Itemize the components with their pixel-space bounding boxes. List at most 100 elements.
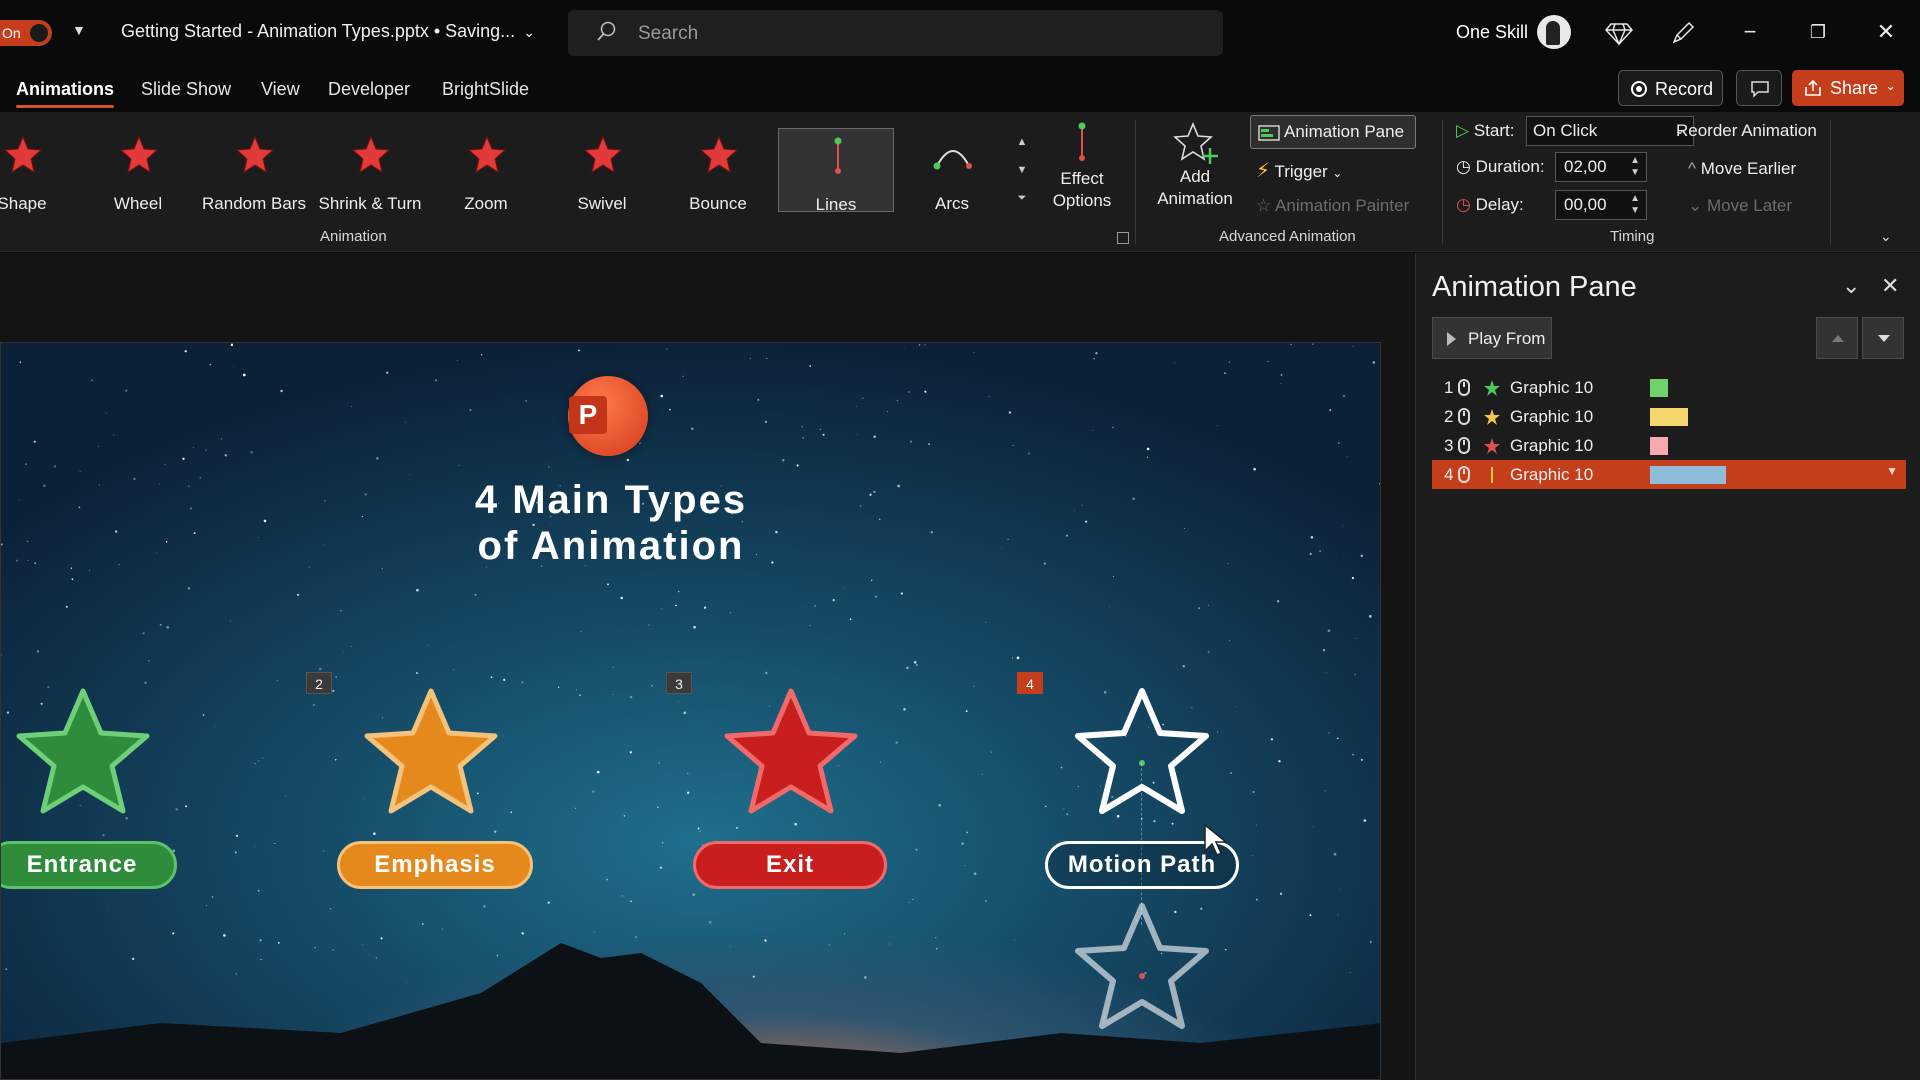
gallery-item-swivel[interactable]: Swivel [544, 128, 660, 213]
on-click-mouse-icon [1458, 437, 1470, 454]
motion-path-end-star-icon[interactable] [1072, 898, 1212, 1034]
animation-list-item[interactable]: 2 Graphic 10 [1432, 402, 1906, 431]
trigger-button[interactable]: ⚡ Trigger ⌄ [1256, 158, 1342, 183]
timing-group-label: Timing [1610, 228, 1655, 245]
pen-icon[interactable] [1668, 18, 1698, 48]
powerpoint-logo-icon: P [568, 376, 648, 456]
gallery-more-icon[interactable]: ⏷ [1010, 184, 1034, 212]
record-icon [1631, 81, 1647, 97]
close-button[interactable]: ✕ [1866, 14, 1906, 50]
restore-button[interactable]: ❐ [1798, 14, 1838, 50]
motion-path-star-icon[interactable] [1072, 683, 1212, 819]
delay-field[interactable]: 00,00 ▲ ▼ [1555, 190, 1647, 220]
slide-title[interactable]: 4 Main Types of Animation [381, 477, 841, 569]
animation-pane-button[interactable]: Animation Pane [1250, 115, 1416, 149]
gallery-item-lines[interactable]: Lines [778, 128, 894, 214]
user-name[interactable]: One Skill [1456, 22, 1528, 43]
slide-canvas[interactable]: P 4 Main Types of Animation Entrance 2 E… [0, 342, 1381, 1080]
animation-target-name: Graphic 10 [1510, 436, 1594, 455]
pane-options-chevron-icon[interactable]: ⌄ [1842, 273, 1860, 299]
effect-options-icon [1078, 122, 1086, 161]
tab-animations[interactable]: Animations [16, 79, 115, 108]
effect-options-button[interactable]: Effect Options [1036, 120, 1128, 220]
gallery-item-label: Shape [0, 194, 47, 213]
gallery-item-label: Wheel [113, 194, 163, 213]
gallery-item-shape[interactable]: Shape [0, 128, 80, 213]
gallery-item-label: Arcs [935, 194, 969, 213]
gallery-item-random-bars[interactable]: Random Bars [196, 128, 312, 213]
move-up-button[interactable] [1816, 317, 1858, 359]
timeline-bar[interactable] [1650, 437, 1668, 455]
timeline-bar[interactable] [1650, 379, 1668, 397]
gallery-item-bounce[interactable]: Bounce [660, 128, 776, 213]
timeline-bar[interactable] [1650, 408, 1688, 426]
diamond-icon[interactable] [1604, 18, 1634, 48]
gallery-up-icon[interactable]: ▲ [1010, 128, 1034, 156]
collapse-ribbon-icon[interactable]: ⌄ [1880, 228, 1892, 245]
exit-star-icon[interactable] [721, 683, 861, 819]
chevron-up-icon: ^ [1688, 159, 1696, 178]
swivel-star-icon [583, 135, 623, 174]
animation-pane-label: Animation Pane [1284, 122, 1405, 141]
animation-group-label: Animation [320, 228, 387, 245]
emphasis-label[interactable]: Emphasis [337, 841, 533, 889]
animation-tag-3[interactable]: 3 [666, 672, 692, 694]
add-animation-button[interactable]: Add Animation [1142, 120, 1248, 220]
arrow-down-icon [1878, 335, 1890, 342]
entrance-star-icon[interactable] [13, 683, 153, 819]
animation-list-item[interactable]: 1 Graphic 10 [1432, 373, 1906, 402]
on-click-mouse-icon [1458, 408, 1470, 425]
tab-view[interactable]: View [261, 79, 300, 100]
animation-order-number: 4 [1444, 465, 1454, 484]
autosave-toggle[interactable]: On [0, 20, 52, 46]
animation-painter-button[interactable]: ☆ Animation Painter [1256, 196, 1409, 216]
gallery-down-icon[interactable]: ▼ [1010, 156, 1034, 184]
avatar[interactable] [1537, 15, 1571, 49]
search-placeholder: Search [638, 23, 699, 44]
exit-label[interactable]: Exit [693, 841, 887, 889]
animation-list-item[interactable]: 3 Graphic 10 [1432, 431, 1906, 460]
duration-field[interactable]: 02,00 ▲ ▼ [1555, 152, 1647, 182]
share-button[interactable]: Share ⌄ [1792, 70, 1904, 106]
item-dropdown-icon[interactable]: ▼ [1886, 464, 1898, 478]
move-down-button[interactable] [1862, 317, 1904, 359]
on-click-mouse-icon [1458, 466, 1470, 483]
comment-icon [1751, 81, 1769, 98]
record-button[interactable]: Record [1618, 70, 1723, 106]
gallery-item-wheel[interactable]: Wheel [80, 128, 196, 213]
dialog-launcher-icon[interactable] [1117, 232, 1129, 244]
move-later-label: Move Later [1706, 196, 1793, 215]
record-label: Record [1655, 79, 1714, 99]
play-icon [1447, 332, 1456, 346]
pane-close-icon[interactable]: ✕ [1881, 273, 1899, 299]
animation-pane-icon [1258, 125, 1280, 141]
quick-access-dropdown-icon[interactable]: ▼ [72, 22, 86, 38]
animation-pane-title: Animation Pane [1432, 271, 1637, 303]
minimize-button[interactable]: − [1730, 14, 1770, 50]
gallery-item-shrink-turn[interactable]: Shrink & Turn [312, 128, 428, 213]
tab-developer[interactable]: Developer [328, 79, 410, 100]
gallery-item-arcs[interactable]: Arcs [894, 128, 1010, 213]
move-earlier-button[interactable]: ^ Move Earlier [1688, 159, 1796, 179]
spinner-icon[interactable]: ▲ ▼ [1630, 193, 1640, 217]
timeline-bar[interactable] [1650, 466, 1726, 484]
play-from-button[interactable]: Play From [1432, 317, 1552, 359]
animation-tag-2[interactable]: 2 [306, 672, 332, 694]
spinner-icon[interactable]: ▲ ▼ [1630, 155, 1640, 179]
document-title[interactable]: Getting Started - Animation Types.pptx •… [121, 21, 535, 42]
emphasis-star-icon[interactable] [361, 683, 501, 819]
tab-brightslide[interactable]: BrightSlide [442, 79, 529, 100]
move-later-button[interactable]: ⌄ Move Later [1688, 196, 1792, 216]
animation-tag-4[interactable]: 4 [1017, 672, 1043, 694]
animation-order-number: 3 [1444, 436, 1454, 455]
animation-list-item[interactable]: 4 Graphic 10 ▼ [1432, 460, 1906, 489]
entrance-label[interactable]: Entrance [1, 841, 177, 889]
gallery-item-zoom[interactable]: Zoom [428, 128, 544, 213]
tab-slide-show[interactable]: Slide Show [141, 79, 231, 100]
start-select[interactable]: On Click ⌄ [1526, 116, 1694, 146]
search-box[interactable]: Search [568, 10, 1223, 56]
toggle-knob [30, 24, 48, 42]
gallery-item-label: Random Bars [202, 194, 306, 213]
lightning-icon: ⚡ [1256, 160, 1271, 182]
comments-button[interactable] [1736, 70, 1782, 106]
